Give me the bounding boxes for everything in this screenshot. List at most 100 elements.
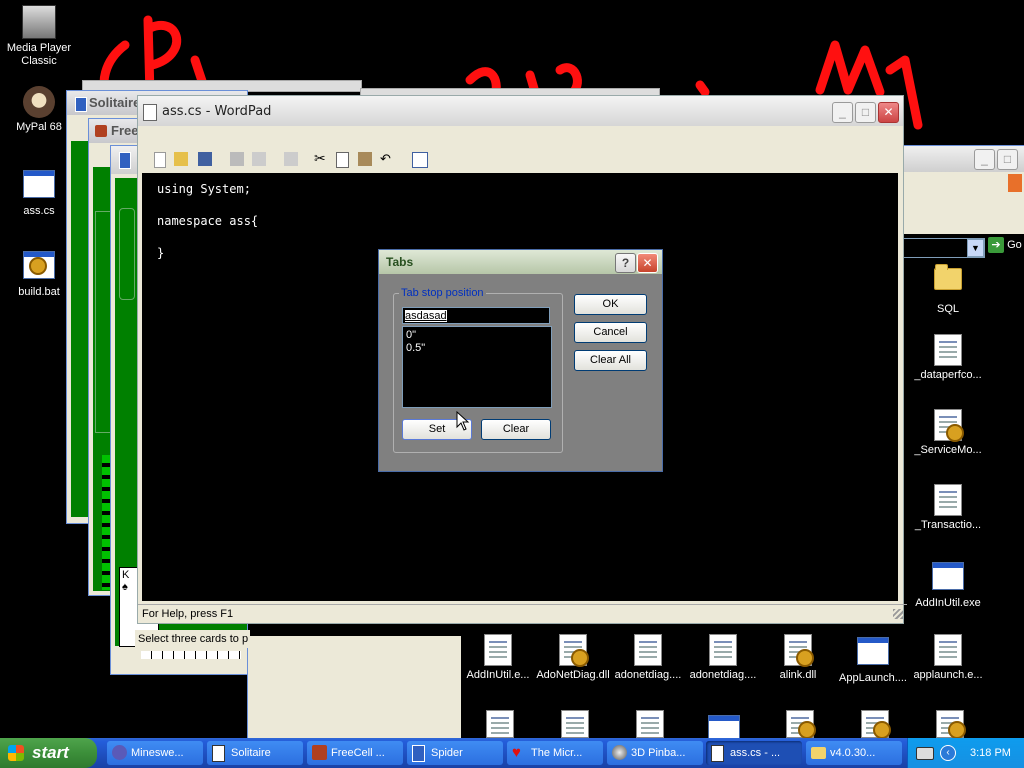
- dll-file-icon: [932, 409, 964, 442]
- list-item[interactable]: 0": [406, 329, 548, 342]
- exe-file-icon: [857, 637, 889, 669]
- file-item-transactio[interactable]: _Transactio...: [910, 484, 986, 532]
- task-spider[interactable]: Spider: [407, 741, 503, 765]
- ok-button[interactable]: OK: [574, 294, 647, 315]
- tab-stop-input[interactable]: asdasad: [402, 307, 550, 324]
- explorer-side-pane: [248, 636, 461, 738]
- task-wordpad[interactable]: ass.cs - ...: [706, 741, 802, 765]
- file-row-partial: [486, 710, 966, 741]
- minesweeper-icon: [112, 745, 127, 760]
- document-line: using System;: [157, 182, 251, 196]
- dll-file-icon: [557, 634, 589, 667]
- menu-bar: [138, 126, 903, 146]
- close-button[interactable]: ✕: [878, 102, 899, 123]
- file-label: AdoNetDiag.dll: [536, 669, 610, 681]
- tray-expand-icon[interactable]: ‹: [940, 745, 956, 761]
- go-button[interactable]: ➔ Go: [988, 237, 1024, 257]
- copy-icon[interactable]: [336, 152, 349, 168]
- desktop-icon-label: Media Player Classic: [6, 42, 72, 67]
- file-item[interactable]: adonetdiag....: [685, 634, 761, 682]
- cut-icon[interactable]: ✂: [314, 151, 328, 165]
- wordpad-titlebar[interactable]: ass.cs - WordPad _ □ ✕: [138, 96, 903, 126]
- file-item[interactable]: AppLaunch....: [835, 634, 911, 685]
- task-freecell[interactable]: FreeCell ...: [307, 741, 403, 765]
- undo-icon[interactable]: ↶: [380, 152, 394, 166]
- file-label: _dataperfco...: [914, 369, 982, 381]
- minimize-button[interactable]: _: [832, 102, 853, 123]
- system-tray: ‹ 3:18 PM: [907, 738, 1024, 768]
- group-label: Tab stop position: [399, 287, 486, 299]
- file-item[interactable]: AddInUtil.e...: [460, 634, 536, 682]
- find-icon[interactable]: [284, 152, 298, 166]
- cancel-button[interactable]: Cancel: [574, 322, 647, 343]
- minimize-icon[interactable]: _: [974, 149, 995, 170]
- desktop-icon-media-player[interactable]: Media Player Classic: [1, 5, 77, 68]
- save-icon[interactable]: [198, 152, 212, 166]
- taskbar: start Mineswe... Solitaire FreeCell ... …: [0, 738, 1024, 768]
- file-item[interactable]: applaunch.e...: [910, 634, 986, 682]
- dialog-title: Tabs: [386, 255, 414, 269]
- file-item[interactable]: AdoNetDiag.dll: [535, 634, 611, 682]
- status-bar: For Help, press F1: [138, 604, 907, 623]
- list-item[interactable]: 0.5": [406, 342, 548, 355]
- file-icon: [707, 634, 739, 666]
- clock[interactable]: 3:18 PM: [970, 738, 1011, 768]
- bat-file-icon: [23, 251, 55, 283]
- file-label: _ServiceMo...: [914, 444, 982, 456]
- wordpad-icon: [711, 745, 724, 762]
- task-solitaire[interactable]: Solitaire: [207, 741, 303, 765]
- file-item-servicemo[interactable]: _ServiceMo...: [910, 409, 986, 457]
- windows-flag-icon: [8, 745, 24, 761]
- file-label: AppLaunch....: [839, 672, 907, 684]
- solitaire-icon: [212, 745, 225, 762]
- card-slot: [119, 208, 135, 300]
- pinball-icon: [612, 745, 627, 760]
- task-3d-pinball[interactable]: 3D Pinba...: [607, 741, 703, 765]
- maximize-button[interactable]: □: [855, 102, 876, 123]
- dialog-titlebar[interactable]: Tabs ? ✕: [379, 250, 662, 274]
- wordpad-app-icon: [143, 104, 157, 121]
- clear-button[interactable]: Clear: [481, 419, 551, 440]
- heart-icon: ♥: [512, 744, 521, 761]
- status-text: For Help, press F1: [142, 608, 234, 620]
- freecell-status-bar: Select three cards to p: [135, 630, 250, 648]
- keyboard-icon[interactable]: [916, 747, 934, 760]
- tab-stop-list[interactable]: 0" 0.5": [402, 326, 552, 408]
- print-preview-icon[interactable]: [252, 152, 266, 166]
- file-item-sql[interactable]: SQL: [910, 260, 986, 316]
- file-icon: [932, 334, 964, 366]
- file-label: AddInUtil.exe: [915, 597, 981, 609]
- task-minesweeper[interactable]: Mineswe...: [107, 741, 203, 765]
- mypal-icon: [23, 86, 55, 118]
- help-button[interactable]: ?: [615, 253, 636, 273]
- start-button[interactable]: start: [0, 738, 97, 768]
- folder-icon: [811, 747, 826, 759]
- file-icon: [932, 484, 964, 516]
- print-icon[interactable]: [230, 152, 244, 166]
- file-label: _Transactio...: [914, 519, 982, 531]
- open-icon[interactable]: [174, 152, 188, 166]
- input-value: asdasad: [405, 310, 447, 322]
- solitaire-app-icon: [75, 97, 87, 112]
- maximize-icon[interactable]: □: [997, 149, 1018, 170]
- dll-file-icon: [782, 634, 814, 667]
- file-label: SQL: [936, 303, 959, 315]
- new-icon[interactable]: [154, 152, 166, 168]
- date-time-icon[interactable]: [412, 152, 428, 168]
- file-item-dataperfco[interactable]: _dataperfco...: [910, 334, 986, 382]
- file-item-addinutil-exe[interactable]: AddInUtil.exe: [910, 559, 986, 610]
- tabs-dialog[interactable]: Tabs ? ✕ Tab stop position asdasad 0" 0.…: [378, 249, 663, 472]
- chevron-down-icon[interactable]: ▼: [967, 239, 984, 257]
- resize-grip-icon[interactable]: [893, 609, 903, 619]
- close-button[interactable]: ✕: [637, 253, 658, 273]
- file-item[interactable]: adonetdiag....: [610, 634, 686, 682]
- paste-icon[interactable]: [358, 152, 372, 166]
- task-explorer-folder[interactable]: v4.0.30...: [806, 741, 902, 765]
- clear-all-button[interactable]: Clear All: [574, 350, 647, 371]
- spider-app-icon: [119, 152, 131, 169]
- task-the-microsoft[interactable]: ♥ The Micr...: [507, 741, 603, 765]
- file-item[interactable]: alink.dll: [760, 634, 836, 682]
- file-icon: [482, 634, 514, 666]
- file-icon: [632, 634, 664, 666]
- desktop-icon-label: ass.cs: [23, 205, 55, 217]
